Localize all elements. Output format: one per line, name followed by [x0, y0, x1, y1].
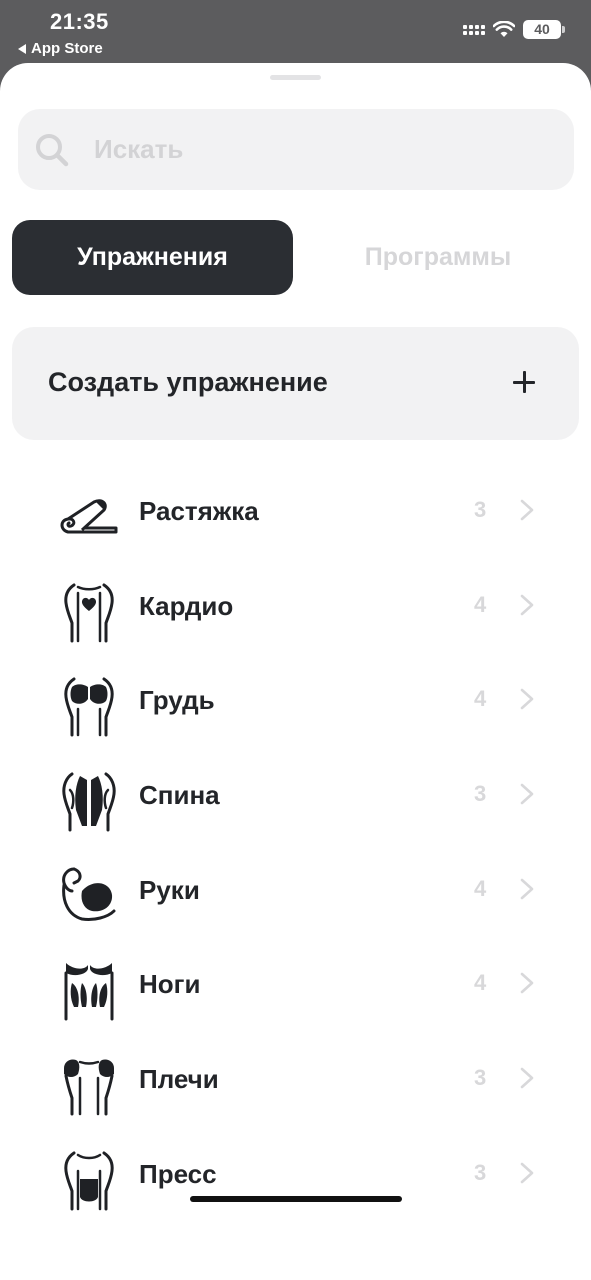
category-row-shoulders[interactable]: Плечи 3 — [0, 1031, 591, 1126]
category-list: Растяжка 3 Кардио 4 Грудь 4 Спина 3 Руки… — [0, 463, 591, 1221]
back-to-app-store[interactable]: App Store — [18, 40, 103, 57]
search-input[interactable] — [94, 134, 514, 165]
search-icon — [36, 133, 69, 166]
category-count: 4 — [474, 875, 487, 901]
category-row-back[interactable]: Спина 3 — [0, 747, 591, 842]
tab-programs[interactable]: Программы — [296, 220, 580, 295]
chevron-right-icon — [520, 783, 534, 805]
heart-torso-icon — [64, 583, 114, 643]
chevron-right-icon — [520, 1162, 534, 1184]
wifi-icon — [493, 21, 515, 37]
category-label: Пресс — [139, 1158, 217, 1189]
back-arrow-icon — [18, 43, 26, 54]
chevron-right-icon — [520, 499, 534, 521]
chevron-right-icon — [520, 1067, 534, 1089]
category-label: Спина — [139, 780, 220, 811]
category-label: Ноги — [139, 969, 201, 1000]
yoga-mat-icon — [60, 499, 118, 534]
status-time: 21:35 — [50, 9, 109, 34]
category-row-chest[interactable]: Грудь 4 — [0, 652, 591, 747]
plus-icon — [513, 371, 535, 393]
cellular-signal-icon — [463, 24, 485, 35]
category-count: 3 — [474, 781, 487, 807]
shoulders-icon — [64, 1059, 114, 1116]
create-exercise-label: Создать упражнение — [48, 367, 328, 397]
category-label: Руки — [139, 874, 200, 905]
category-count: 4 — [474, 686, 487, 712]
arm-icon — [62, 867, 116, 921]
create-exercise-button[interactable]: Создать упражнение — [12, 327, 579, 440]
category-count: 3 — [474, 1065, 487, 1091]
category-row-stretching[interactable]: Растяжка 3 — [0, 463, 591, 558]
status-icons: 40 — [463, 20, 565, 39]
category-row-cardio[interactable]: Кардио 4 — [0, 558, 591, 653]
category-count: 3 — [474, 1159, 487, 1185]
back-icon — [62, 772, 116, 832]
category-row-legs[interactable]: Ноги 4 — [0, 936, 591, 1031]
status-bar: 21:35 App Store 40 — [0, 0, 591, 64]
chevron-right-icon — [520, 878, 534, 900]
category-label: Плечи — [139, 1064, 219, 1095]
tab-exercises[interactable]: Упражнения — [12, 220, 293, 295]
battery-icon: 40 — [523, 20, 565, 39]
exercise-sheet: Упражнения Программы Создать упражнение … — [0, 63, 591, 1280]
segmented-control: Упражнения Программы — [12, 220, 580, 295]
chevron-right-icon — [520, 594, 534, 615]
category-label: Кардио — [139, 590, 234, 621]
category-count: 3 — [474, 497, 487, 522]
category-label: Растяжка — [139, 496, 259, 526]
category-count: 4 — [474, 591, 487, 617]
category-label: Грудь — [139, 685, 215, 716]
chevron-right-icon — [520, 973, 534, 994]
category-count: 4 — [474, 970, 487, 996]
search-bar[interactable] — [18, 109, 574, 190]
legs-icon — [64, 963, 114, 1021]
sheet-grabber[interactable] — [270, 75, 321, 80]
abs-icon — [64, 1151, 114, 1211]
home-indicator[interactable] — [190, 1196, 402, 1202]
category-row-arms[interactable]: Руки 4 — [0, 842, 591, 937]
chest-icon — [64, 677, 114, 737]
category-row-abs[interactable]: Пресс 3 — [0, 1126, 591, 1221]
back-app-label: App Store — [31, 40, 103, 57]
chevron-right-icon — [520, 689, 534, 710]
